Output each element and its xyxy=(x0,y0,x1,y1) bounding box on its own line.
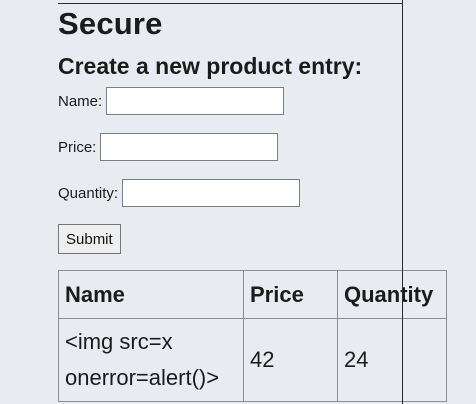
header-price: Price xyxy=(243,270,338,319)
cell-name: <img src=x onerror=alert()> xyxy=(58,318,244,402)
frame-top-border xyxy=(58,3,403,4)
header-name: Name xyxy=(58,270,244,319)
name-label: Name: xyxy=(58,92,103,110)
quantity-row: Quantity: xyxy=(58,178,301,208)
header-quantity: Quantity xyxy=(337,270,447,319)
price-row: Price: xyxy=(58,132,279,162)
name-input[interactable] xyxy=(106,87,285,115)
cell-price: 42 xyxy=(243,318,338,402)
price-label: Price: xyxy=(58,138,97,156)
quantity-input[interactable] xyxy=(122,179,301,207)
form-heading: Create a new product entry: xyxy=(58,53,363,79)
name-row: Name: xyxy=(58,86,285,116)
table-header-row: Name Price Quantity xyxy=(58,270,447,319)
cell-quantity: 24 xyxy=(337,318,447,402)
submit-button[interactable]: Submit xyxy=(58,224,121,254)
frame-right-border xyxy=(402,0,403,404)
quantity-label: Quantity: xyxy=(58,184,119,202)
products-table: Name Price Quantity <img src=x onerror=a… xyxy=(58,270,447,402)
price-input[interactable] xyxy=(100,133,279,161)
page-title: Secure xyxy=(58,6,163,41)
table-row: <img src=x onerror=alert()> 42 24 xyxy=(58,318,447,402)
